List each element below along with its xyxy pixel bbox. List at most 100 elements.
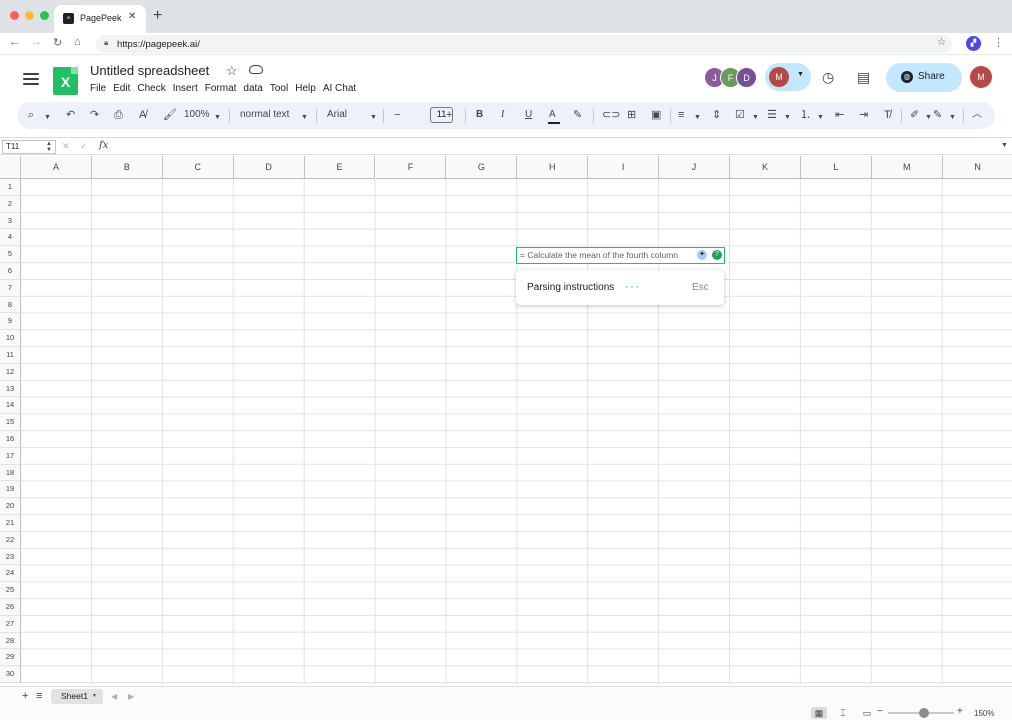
column-header-c[interactable]: C (162, 156, 234, 179)
italic-icon[interactable]: I (501, 108, 504, 122)
line-spacing-icon[interactable]: ⇕ (712, 108, 721, 122)
row-header-23[interactable]: 23 (0, 548, 21, 566)
column-header-i[interactable]: I (588, 156, 660, 179)
bulleted-list-icon[interactable]: ☰ (767, 108, 777, 122)
row-header-5[interactable]: 5 (0, 246, 21, 263)
active-cell-text[interactable]: = Calculate the mean of the fourth colum… (520, 250, 678, 260)
browser-tab[interactable]: ∞ PagePeek ✕ (54, 5, 146, 33)
home-icon[interactable]: ⌂ (74, 36, 81, 48)
paint-format-icon[interactable]: 🖌︎ (163, 108, 177, 122)
collapse-toolbar-icon[interactable]: ︿ (972, 108, 982, 122)
pen-icon[interactable]: ✎ (933, 108, 942, 122)
row-header-25[interactable]: 25 (0, 582, 21, 599)
menu-edit[interactable]: Edit (113, 83, 130, 94)
decrease-font-size-icon[interactable]: − (394, 108, 400, 122)
active-cell-editor[interactable]: = Calculate the mean of the fourth colum… (516, 247, 725, 264)
lightbulb-icon[interactable]: ✦ (697, 250, 707, 260)
menu-file[interactable]: File (90, 83, 106, 94)
column-header-m[interactable]: M (871, 156, 943, 179)
forward-icon[interactable]: → (31, 36, 42, 48)
column-header-d[interactable]: D (233, 156, 305, 179)
menu-check[interactable]: Check (137, 83, 165, 94)
text-color-icon[interactable]: A (549, 108, 556, 122)
row-header-6[interactable]: 6 (0, 263, 21, 280)
help-icon[interactable]: ? (712, 250, 722, 260)
row-header-28[interactable]: 28 (0, 632, 21, 650)
bookmark-star-icon[interactable]: ☆ (937, 37, 946, 48)
align-chevron-icon[interactable]: ▼ (694, 111, 701, 125)
row-header-3[interactable]: 3 (0, 212, 21, 230)
window-maximize-button[interactable] (40, 11, 49, 20)
cancel-formula-icon[interactable]: ✕ (62, 141, 70, 152)
row-header-2[interactable]: 2 (0, 195, 21, 213)
collaborator-avatar-d[interactable]: D (736, 67, 757, 88)
row-header-13[interactable]: 13 (0, 380, 21, 398)
row-header-29[interactable]: 29 (0, 649, 21, 667)
history-icon[interactable]: ◷ (822, 69, 834, 86)
row-header-9[interactable]: 9 (0, 313, 21, 331)
insert-comment-icon[interactable]: ⊞ (627, 108, 636, 122)
row-header-30[interactable]: 30 (0, 666, 21, 683)
row-header-18[interactable]: 18 (0, 464, 21, 482)
row-header-24[interactable]: 24 (0, 565, 21, 583)
row-header-12[interactable]: 12 (0, 363, 21, 381)
insert-image-icon[interactable]: ▣ (651, 108, 661, 122)
esc-button[interactable]: Esc (692, 282, 709, 293)
menu-tool[interactable]: Tool (270, 83, 288, 94)
star-icon[interactable]: ☆ (226, 63, 238, 79)
extension-icon[interactable]: ▞ (966, 36, 981, 51)
undo-icon[interactable]: ↶ (66, 108, 75, 122)
spreadsheet-grid[interactable]: ABCDEFGHIJKLMN 1 2 3 4 5 6 7 8 9 10 11 12 13 14 15 16 17… (0, 156, 1012, 684)
row-header-27[interactable]: 27 (0, 615, 21, 633)
underline-icon[interactable]: U (525, 108, 532, 122)
page-break-view-icon[interactable]: ⌶ (835, 707, 851, 719)
font-chevron-icon[interactable]: ▼ (370, 111, 377, 125)
align-icon[interactable]: ≡ (678, 108, 684, 122)
browser-menu-icon[interactable]: ⋮ (993, 36, 1004, 49)
scroll-sheets-right-icon[interactable]: ▶ (128, 692, 134, 701)
row-header-21[interactable]: 21 (0, 515, 21, 532)
row-header-15[interactable]: 15 (0, 414, 21, 431)
user-avatar[interactable]: M (970, 66, 992, 88)
redo-icon[interactable]: ↷ (90, 108, 99, 122)
column-header-k[interactable]: K (730, 156, 801, 179)
increase-font-size-icon[interactable]: + (446, 108, 452, 122)
checklist-icon[interactable]: ☑ (735, 108, 745, 122)
row-header-10[interactable]: 10 (0, 330, 21, 347)
expand-formula-chevron-icon[interactable]: ▼ (1001, 142, 1008, 149)
name-box[interactable]: T11 ▲ ▼ (2, 140, 56, 154)
search-menu-chevron-icon[interactable]: ▼ (44, 111, 51, 125)
sheet-tab-chevron-icon[interactable]: ▼ (92, 689, 97, 704)
menu-insert[interactable]: Insert (173, 83, 198, 94)
column-header-l[interactable]: L (800, 156, 872, 179)
scroll-sheets-left-icon[interactable]: ◀ (111, 692, 117, 701)
row-header-11[interactable]: 11 (0, 347, 21, 364)
numbered-list-icon[interactable]: ⒈ (800, 108, 811, 122)
row-header-8[interactable]: 8 (0, 296, 21, 314)
column-header-n[interactable]: N (942, 156, 1012, 179)
bold-icon[interactable]: B (476, 108, 483, 122)
share-button[interactable]: ◍ Share (886, 63, 962, 92)
row-header-19[interactable]: 19 (0, 481, 21, 499)
new-tab-icon[interactable]: + (153, 7, 162, 25)
print-icon[interactable]: ⎙ (114, 108, 123, 122)
numbered-list-chevron-icon[interactable]: ▼ (817, 111, 824, 125)
row-header-7[interactable]: 7 (0, 279, 21, 297)
grid-view-icon[interactable]: ▦ (811, 707, 827, 719)
column-header-b[interactable]: B (91, 156, 163, 179)
column-header-a[interactable]: A (21, 156, 92, 179)
zoom-select[interactable]: 100% (184, 108, 210, 122)
address-bar[interactable]: 🔒︎ https://pagepeek.ai/ ☆ (96, 35, 952, 53)
reload-icon[interactable]: ↻ (53, 36, 62, 49)
chevron-down-icon[interactable]: ▼ (797, 71, 804, 78)
column-header-f[interactable]: F (375, 156, 447, 179)
decrease-indent-icon[interactable]: ⇤ (835, 108, 844, 122)
drawing-chevron-icon[interactable]: ▼ (925, 111, 932, 125)
url-text[interactable]: https://pagepeek.ai/ (117, 39, 200, 50)
comment-icon[interactable]: ▤ (857, 69, 870, 86)
spellcheck-icon[interactable]: A̸ (139, 108, 146, 122)
window-minimize-button[interactable] (25, 11, 34, 20)
row-header-1[interactable]: 1 (0, 179, 21, 196)
increase-indent-icon[interactable]: ⇥ (859, 108, 868, 122)
drawing-icon[interactable]: ✐ (910, 108, 919, 122)
